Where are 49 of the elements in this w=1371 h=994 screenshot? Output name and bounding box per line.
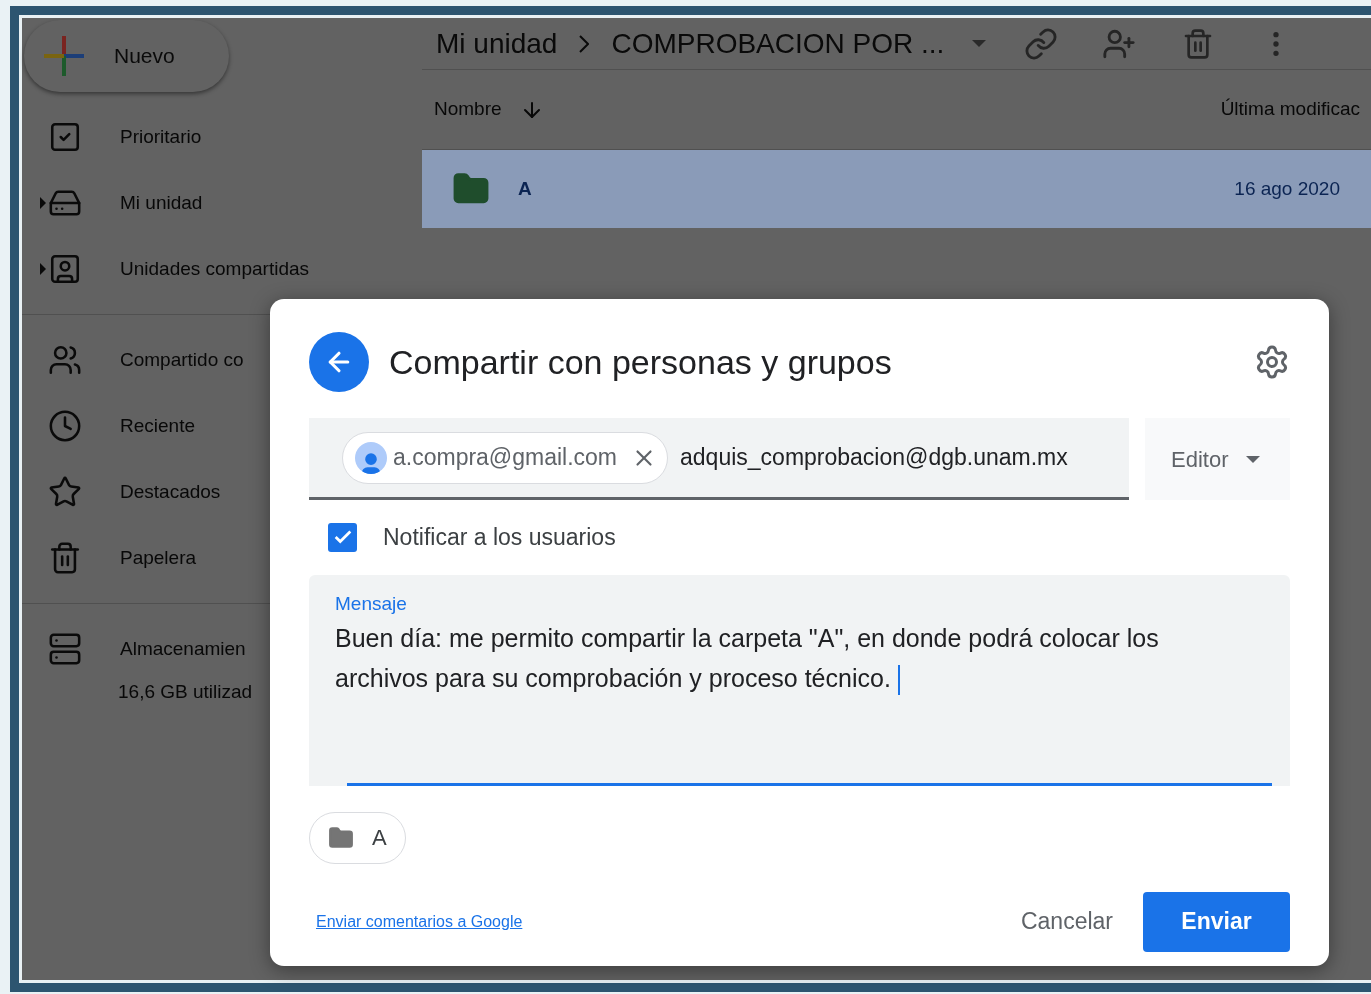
column-header[interactable]: Nombre bbox=[434, 95, 502, 124]
new-button[interactable]: Nuevo bbox=[24, 20, 229, 92]
message-label: Mensaje bbox=[335, 591, 408, 616]
expand-arrow-icon[interactable] bbox=[40, 197, 46, 209]
breadcrumb-link[interactable]: Mi unidad bbox=[436, 22, 558, 65]
nav-item[interactable]: Almacenamien bbox=[120, 634, 246, 664]
nav-item[interactable]: Prioritario bbox=[120, 122, 202, 152]
storage-icon bbox=[48, 632, 82, 666]
shared-drive-icon bbox=[48, 252, 82, 286]
dialog-title: Compartir con personas y grupos bbox=[389, 341, 892, 383]
nav-item[interactable]: Compartido co bbox=[120, 345, 244, 375]
email-input-text: adquis_comprobacion@dgb.unam.mx bbox=[680, 443, 1068, 473]
chevron-icon bbox=[579, 34, 590, 53]
text-cursor bbox=[897, 665, 900, 696]
role-dropdown[interactable]: Editor bbox=[1145, 418, 1290, 500]
checkbox-icon bbox=[48, 120, 82, 154]
expand-arrow-icon[interactable] bbox=[40, 263, 46, 275]
send-button[interactable]: Enviar bbox=[1143, 891, 1290, 952]
plus-icon bbox=[44, 36, 84, 76]
recipient-chip[interactable]: a.compra@gmail.com bbox=[342, 431, 669, 484]
message-text: Buen día: me permito compartir la carpeta "A", en donde podrá colocar los archivos para su comprobación y proceso técnico. bbox=[335, 618, 1264, 698]
modified-date: 16 ago 2020 bbox=[1234, 176, 1340, 201]
trash-icon bbox=[48, 541, 82, 575]
back-button[interactable] bbox=[309, 332, 369, 392]
message-field[interactable]: Mensaje Buen día: me permito compartir la carpeta "A", en donde podrá colocar los archivos para su comprobación y proceso técnico. bbox=[309, 574, 1290, 786]
nav-item[interactable]: Destacados bbox=[120, 477, 221, 507]
settings-icon[interactable] bbox=[1254, 344, 1290, 380]
people-icon bbox=[48, 343, 82, 377]
caret-icon[interactable] bbox=[972, 40, 987, 47]
feedback-link[interactable]: Enviar comentarios a Google bbox=[316, 909, 523, 934]
notify-label: Notificar a los usuarios bbox=[383, 523, 616, 552]
nav-item[interactable]: Mi unidad bbox=[120, 188, 203, 218]
recipient-field[interactable]: a.compra@gmail.com adquis_comprobacion@dgb.unam.mx bbox=[309, 418, 1129, 500]
star-icon bbox=[48, 475, 82, 509]
notify-checkbox[interactable] bbox=[328, 522, 357, 552]
avatar-icon bbox=[355, 441, 387, 474]
nav-item[interactable]: Reciente bbox=[120, 411, 195, 441]
file-row[interactable]: A 16 ago 2020 bbox=[422, 150, 1371, 228]
nav-item[interactable]: Papelera bbox=[120, 543, 197, 573]
link-icon[interactable] bbox=[1024, 26, 1059, 61]
nav-item[interactable]: Unidades compartidas bbox=[120, 254, 310, 284]
storage-usage: 16,6 GB utilizad bbox=[118, 680, 253, 704]
caret-icon bbox=[1246, 455, 1261, 463]
folder-title[interactable]: COMPROBACION POR ... bbox=[611, 22, 945, 65]
folder-icon bbox=[328, 824, 354, 851]
clock-icon bbox=[48, 409, 82, 443]
column-header[interactable]: Última modificac bbox=[1220, 95, 1360, 124]
file-name: A bbox=[518, 176, 532, 201]
cancel-button[interactable]: Cancelar bbox=[1004, 891, 1129, 952]
